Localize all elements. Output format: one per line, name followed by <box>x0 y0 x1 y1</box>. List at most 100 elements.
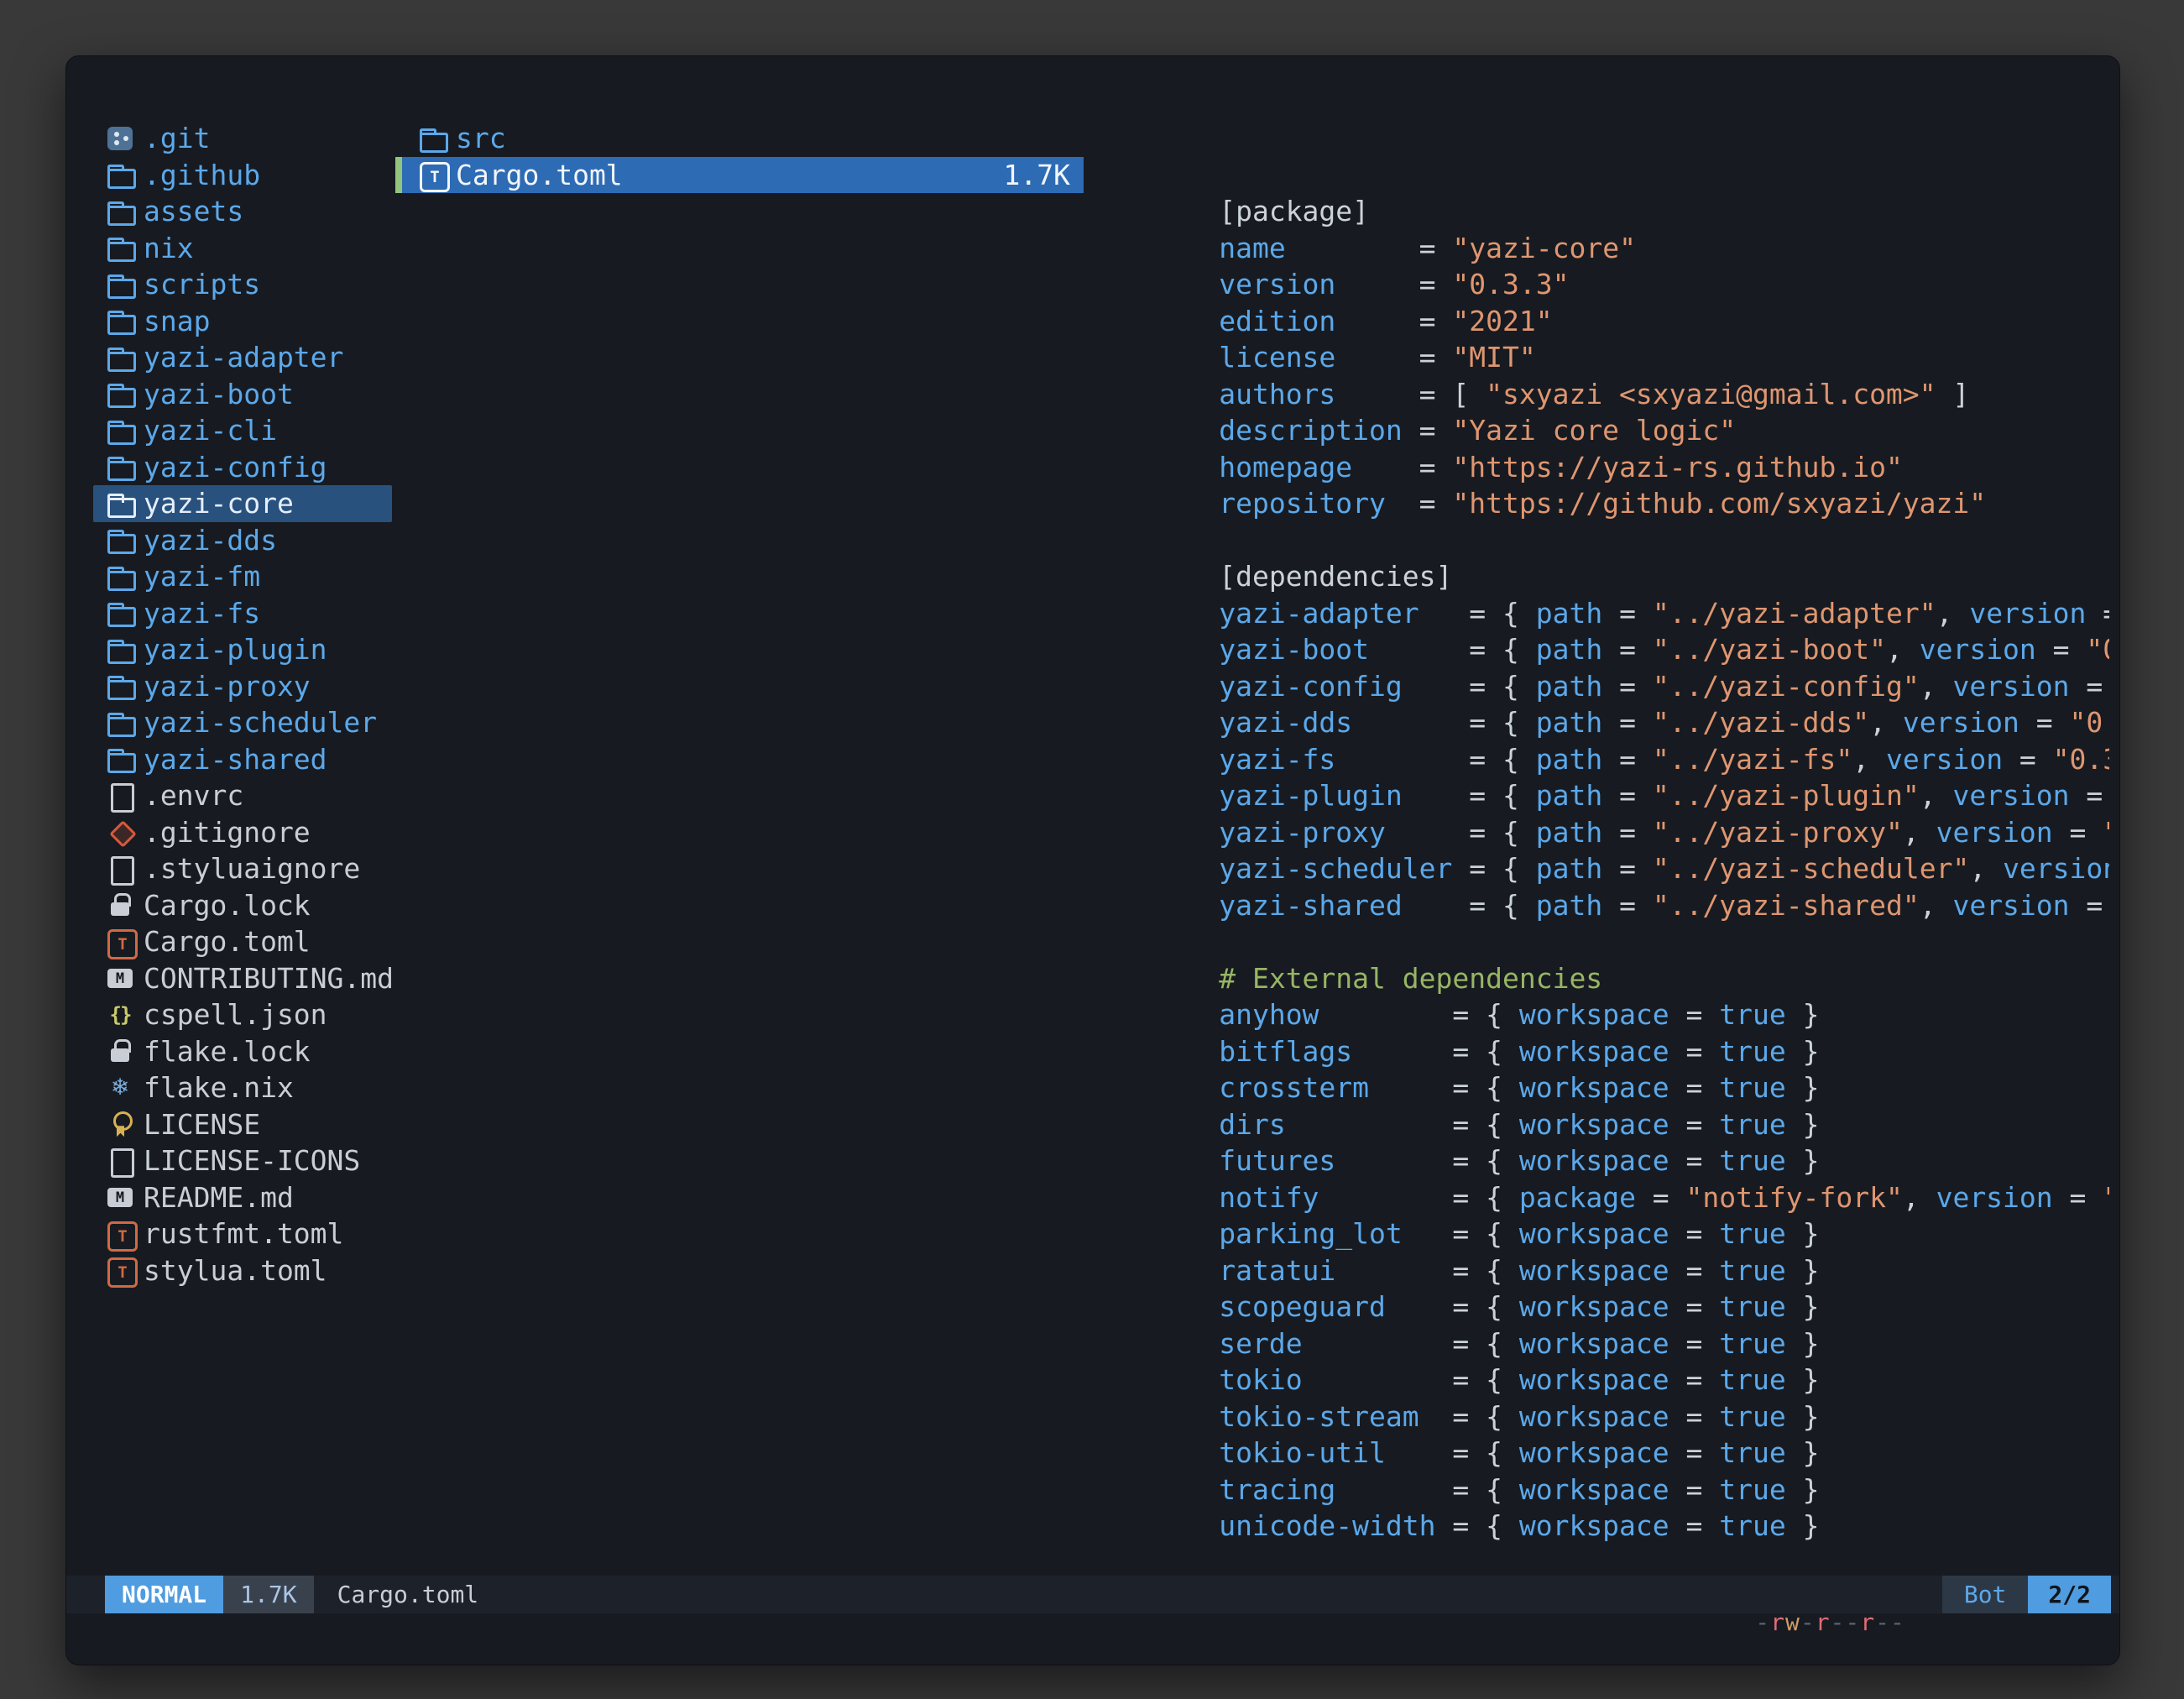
syntax-segment: true <box>1719 1363 1785 1396</box>
file-row[interactable]: assets <box>93 193 392 230</box>
file-row[interactable]: yazi-fs <box>93 595 392 632</box>
folder-icon <box>105 233 135 263</box>
folder-icon <box>105 744 135 774</box>
status-file-name: Cargo.toml <box>337 1581 479 1608</box>
file-row[interactable]: Cargo.lock <box>93 887 392 924</box>
file-icon <box>105 1146 135 1176</box>
syntax-segment: } <box>1786 1144 1820 1177</box>
syntax-segment: "../yazi-scheduler" <box>1653 852 1970 885</box>
syntax-segment: , <box>1903 816 1936 849</box>
file-row[interactable]: yazi-scheduler <box>93 704 392 741</box>
file-row[interactable]: .git <box>93 120 392 157</box>
syntax-segment: = { <box>1352 1035 1519 1068</box>
syntax-segment: = { <box>1319 998 1518 1031</box>
syntax-segment: path <box>1536 706 1602 739</box>
file-name-label: Cargo.lock <box>144 889 311 922</box>
syntax-segment: = <box>1669 1290 1720 1323</box>
preview-line: yazi-adapter = { path = "../yazi-adapter… <box>1119 522 2109 559</box>
syntax-segment: = { <box>1403 889 1536 922</box>
file-row[interactable]: yazi-core <box>93 485 392 522</box>
permission-char: - <box>1800 1608 1816 1636</box>
file-row[interactable]: LICENSE-ICONS <box>93 1142 392 1179</box>
file-name-label: yazi-scheduler <box>144 706 377 739</box>
file-row[interactable]: yazi-proxy <box>93 668 392 705</box>
file-row[interactable]: yazi-adapter <box>93 339 392 376</box>
file-name-label: .envrc <box>144 779 243 812</box>
file-row[interactable]: yazi-dds <box>93 522 392 559</box>
file-name-label: yazi-adapter <box>144 341 343 374</box>
file-row[interactable]: Cargo.toml <box>93 923 392 960</box>
syntax-segment: workspace <box>1519 1363 1669 1396</box>
syntax-segment: , <box>1886 633 1920 666</box>
file-preview-pane: [package] name = "yazi-core" version = "… <box>1119 120 2109 1581</box>
git-icon <box>105 817 135 847</box>
file-row[interactable]: .github <box>93 157 392 194</box>
hover-marker <box>395 120 402 157</box>
syntax-segment: path <box>1536 670 1602 703</box>
syntax-segment: true <box>1719 1254 1785 1287</box>
file-row[interactable]: .styluaignore <box>93 850 392 887</box>
syntax-segment: true <box>1719 1400 1785 1433</box>
status-bar: NORMAL 1.7K Cargo.toml -rw-r--r-- Bot 2/… <box>66 1576 2119 1613</box>
file-row[interactable]: src <box>395 120 1084 157</box>
syntax-segment: "sxyazi <sxyazi@gmail.com>" <box>1486 378 1936 410</box>
cursor-position-badge: 2/2 <box>2028 1576 2111 1613</box>
file-name-label: yazi-cli <box>144 414 277 447</box>
syntax-segment: path <box>1536 779 1602 812</box>
syntax-segment: "0.3.3 <box>2103 816 2109 849</box>
folder-icon <box>105 489 135 519</box>
syntax-segment: = <box>1602 706 1653 739</box>
folder-icon <box>105 196 135 227</box>
file-row[interactable]: Cargo.toml 1.7K <box>395 157 1084 194</box>
syntax-segment: = { <box>1303 1327 1519 1360</box>
file-name-label: .gitignore <box>144 816 311 849</box>
file-row[interactable]: stylua.toml <box>93 1252 392 1289</box>
file-name-label: rustfmt.toml <box>144 1217 343 1250</box>
file-row[interactable]: cspell.json <box>93 996 392 1033</box>
folder-icon <box>417 123 447 154</box>
file-row[interactable]: flake.nix <box>93 1069 392 1106</box>
syntax-segment: = <box>1669 1254 1720 1287</box>
file-icon <box>105 781 135 811</box>
file-row[interactable]: README.md <box>93 1179 392 1216</box>
syntax-segment: workspace <box>1519 1436 1669 1469</box>
syntax-segment: = <box>2036 633 2087 666</box>
snowflake-icon <box>105 1073 135 1103</box>
file-row[interactable]: scripts <box>93 266 392 303</box>
file-row[interactable]: snap <box>93 303 392 340</box>
file-row[interactable]: LICENSE <box>93 1106 392 1143</box>
syntax-segment: version <box>1969 597 2086 630</box>
file-row[interactable]: yazi-fm <box>93 558 392 595</box>
syntax-segment: = { <box>1352 706 1536 739</box>
syntax-segment: "notify-fork" <box>1686 1181 1903 1214</box>
permission-char: -- <box>1831 1608 1861 1636</box>
syntax-segment: } <box>1786 1436 1820 1469</box>
syntax-segment: "0.3.3" <box>2053 743 2109 776</box>
file-row[interactable]: CONTRIBUTING.md <box>93 960 392 997</box>
syntax-segment: = <box>1669 1473 1720 1506</box>
file-row[interactable]: yazi-boot <box>93 376 392 413</box>
syntax-segment: = <box>1403 414 1453 447</box>
git-repo-icon <box>105 123 135 154</box>
file-row[interactable]: nix <box>93 230 392 267</box>
file-row[interactable]: yazi-config <box>93 449 392 486</box>
syntax-segment: version <box>2003 852 2109 885</box>
syntax-segment: , <box>1969 852 2003 885</box>
permission-char: w <box>1785 1608 1800 1636</box>
file-row[interactable]: rustfmt.toml <box>93 1215 392 1252</box>
file-row[interactable]: yazi-cli <box>93 412 392 449</box>
syntax-segment: version <box>1920 633 2036 666</box>
syntax-segment: = { <box>1452 852 1535 885</box>
syntax-segment: "https://github.com/sxyazi/yazi" <box>1452 487 1986 520</box>
syntax-segment: = { <box>1386 1436 1519 1469</box>
file-row[interactable]: flake.lock <box>93 1033 392 1070</box>
syntax-segment: , <box>1936 597 1970 630</box>
file-row[interactable]: yazi-plugin <box>93 631 392 668</box>
file-row[interactable]: .gitignore <box>93 814 392 851</box>
syntax-segment: "6.1.1 <box>2103 1181 2109 1214</box>
syntax-segment: } <box>1786 998 1820 1031</box>
syntax-segment: yazi-scheduler <box>1219 852 1452 885</box>
file-row[interactable]: .envrc <box>93 777 392 814</box>
syntax-segment: } <box>1786 1473 1820 1506</box>
file-row[interactable]: yazi-shared <box>93 741 392 778</box>
